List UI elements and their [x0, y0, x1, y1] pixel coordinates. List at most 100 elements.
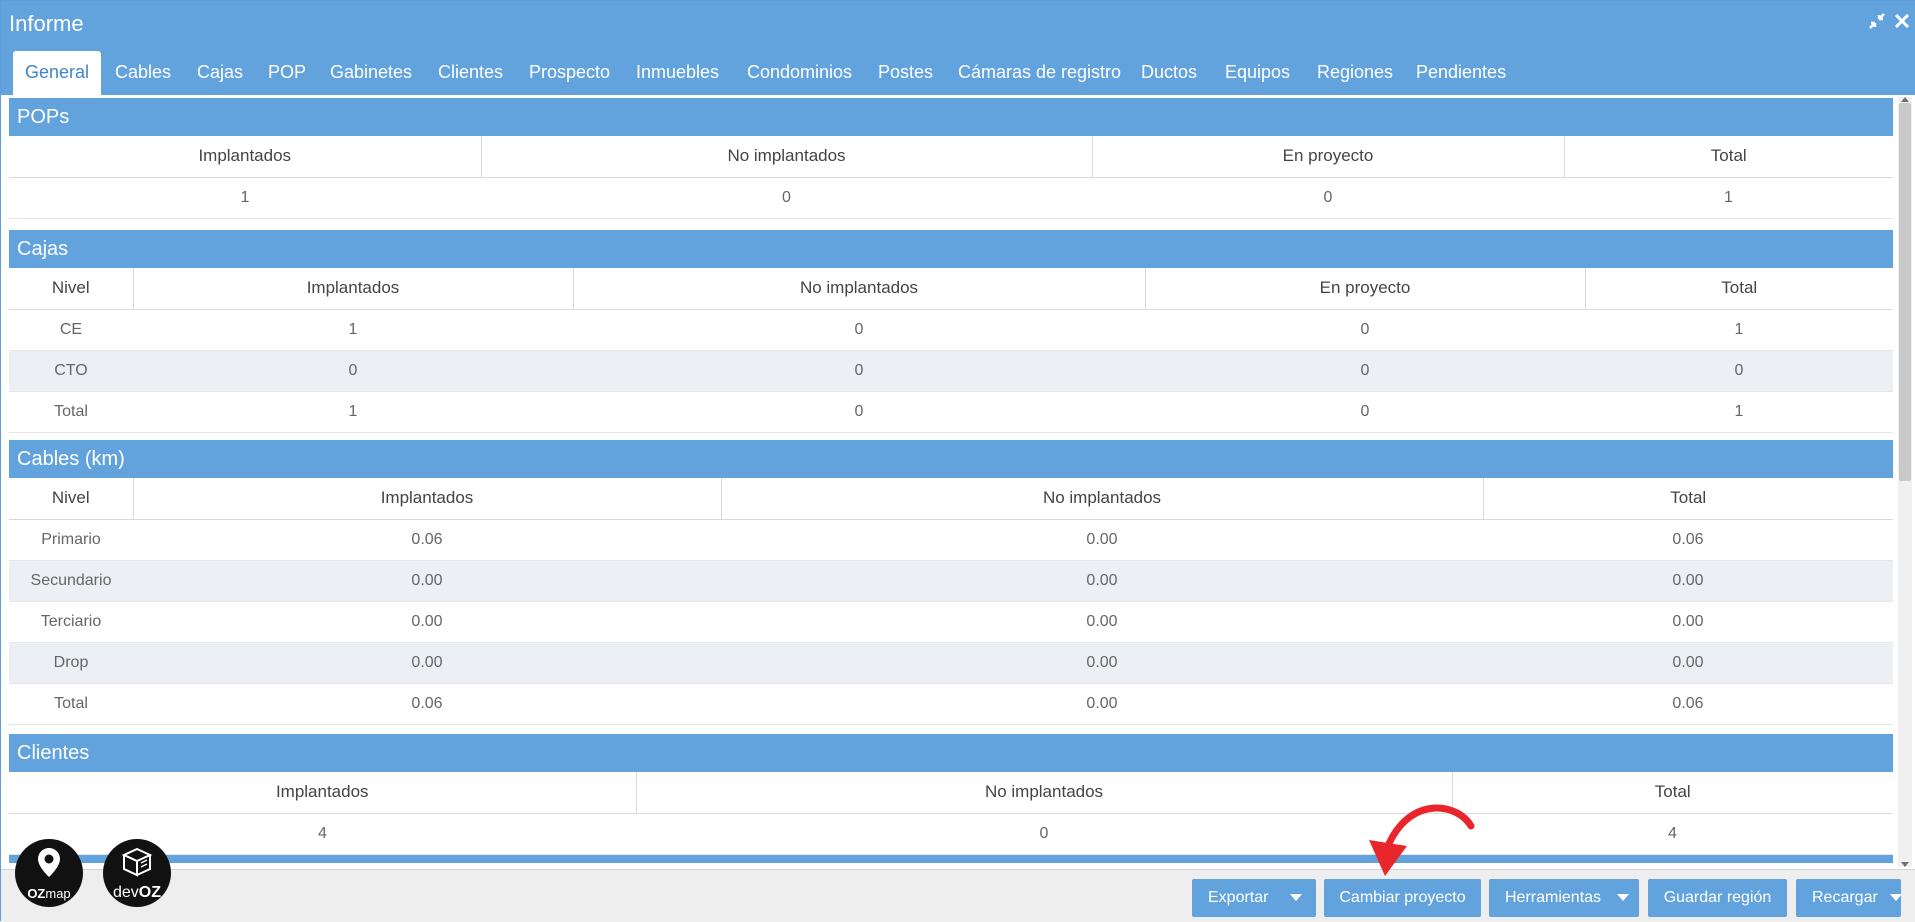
ozmap-logo: OZmap	[15, 839, 83, 907]
content-scrollbar[interactable]	[1898, 97, 1912, 867]
section-title: Cajas	[9, 230, 1893, 268]
tab-cajas[interactable]: Cajas	[185, 51, 255, 95]
caret-down-icon	[1617, 894, 1630, 902]
scroll-down-icon[interactable]	[1901, 862, 1909, 867]
tab-general[interactable]: General	[13, 51, 102, 95]
button-label: Exportar	[1208, 889, 1269, 906]
compress-icon[interactable]	[1866, 11, 1888, 33]
table-row: Secundario 0.00 0.00 0.00	[9, 560, 1893, 602]
button-label: Herramientas	[1505, 889, 1602, 906]
table-cell: 0	[573, 391, 1145, 433]
table-cell: 0.06	[1483, 683, 1893, 725]
table-cell: 0.00	[721, 560, 1483, 602]
logo-text-bold: OZ	[27, 886, 46, 901]
table-cell: 1	[133, 391, 573, 433]
tab-ductos[interactable]: Ductos	[1129, 51, 1209, 95]
column-header: Implantados	[133, 268, 574, 310]
column-header: Nivel	[9, 268, 134, 310]
table-cell: 0	[573, 350, 1145, 392]
tab-postes[interactable]: Postes	[866, 51, 945, 95]
button-label: Recargar	[1812, 889, 1878, 906]
section-clientes: Clientes Implantados No implantados Tota…	[9, 734, 1893, 863]
table-cell: 1	[133, 309, 573, 351]
table-row: CE 1 0 0 1	[9, 309, 1893, 351]
tab-camaras-de-registro[interactable]: Cámaras de registro	[946, 51, 1133, 95]
table-cell: 1	[1585, 391, 1893, 433]
table-cell: Secundario	[9, 560, 133, 602]
caret-down-icon	[1290, 894, 1303, 902]
table-cell: 0.00	[1483, 642, 1893, 684]
tab-clientes[interactable]: Clientes	[426, 51, 515, 95]
tab-condominios[interactable]: Condominios	[735, 51, 864, 95]
close-icon[interactable]	[1891, 11, 1913, 33]
table-cell: 4	[9, 813, 636, 855]
tab-pendientes[interactable]: Pendientes	[1404, 51, 1518, 95]
herramientas-button[interactable]: Herramientas	[1489, 879, 1639, 917]
tab-prospecto[interactable]: Prospecto	[517, 51, 622, 95]
table-cell: 0	[1092, 177, 1564, 219]
table-cell: 0	[1585, 350, 1893, 392]
section-cajas: Cajas Nivel Implantados No implantados E…	[9, 230, 1893, 433]
scroll-up-icon[interactable]	[1901, 97, 1909, 102]
table-cell: 0	[481, 177, 1092, 219]
table-cell: Terciario	[9, 601, 133, 643]
section-title: Clientes	[9, 734, 1893, 772]
footer-toolbar: Exportar Cambiar proyecto Herramientas G…	[1, 869, 1915, 922]
table-cell: 0.00	[721, 519, 1483, 561]
table-cell: 0.00	[133, 642, 721, 684]
column-header: Total	[1483, 478, 1893, 520]
table-cell: 0.00	[1483, 560, 1893, 602]
annotation-arrow	[1369, 804, 1475, 876]
column-header: Total	[1452, 772, 1893, 814]
logo-text: devOZ	[103, 884, 171, 902]
cube-icon	[121, 847, 153, 877]
table-cell: 0.00	[1483, 601, 1893, 643]
devoz-logo: devOZ	[103, 839, 171, 907]
table-header-row: Implantados No implantados En proyecto T…	[9, 136, 1893, 178]
logo-text: OZmap	[15, 886, 83, 901]
report-window: Informe General Cables Cajas POP Gabinet…	[0, 0, 1915, 922]
tab-gabinetes[interactable]: Gabinetes	[318, 51, 424, 95]
clientes-table: Implantados No implantados Total 4 0 4	[9, 772, 1893, 855]
tab-regiones[interactable]: Regiones	[1305, 51, 1405, 95]
guardar-region-button[interactable]: Guardar región	[1648, 879, 1787, 917]
logo-text-bold: OZ	[138, 884, 161, 901]
table-row: Terciario 0.00 0.00 0.00	[9, 601, 1893, 643]
scrollbar-thumb[interactable]	[1899, 103, 1911, 481]
exportar-button[interactable]: Exportar	[1192, 879, 1316, 917]
tab-equipos[interactable]: Equipos	[1213, 51, 1302, 95]
cables-table: Nivel Implantados No implantados Total P…	[9, 478, 1893, 725]
pops-table: Implantados No implantados En proyecto T…	[9, 136, 1893, 219]
table-cell: 0	[1145, 350, 1585, 392]
column-header: En proyecto	[1092, 136, 1565, 178]
table-header-row: Nivel Implantados No implantados En proy…	[9, 268, 1893, 310]
column-header: Implantados	[133, 478, 722, 520]
column-header: No implantados	[721, 478, 1484, 520]
window-titlebar[interactable]: Informe	[1, 1, 1915, 47]
table-cell: Total	[9, 391, 133, 433]
section-title: POPs	[9, 98, 1893, 136]
tab-pop[interactable]: POP	[256, 51, 318, 95]
column-header: No implantados	[636, 772, 1453, 814]
button-label: Guardar región	[1663, 889, 1772, 906]
table-header-row: Nivel Implantados No implantados Total	[9, 478, 1893, 520]
cajas-table: Nivel Implantados No implantados En proy…	[9, 268, 1893, 433]
table-row: Drop 0.00 0.00 0.00	[9, 642, 1893, 684]
report-content[interactable]: POPs Implantados No implantados En proye…	[1, 95, 1915, 869]
table-row: Primario 0.06 0.00 0.06	[9, 519, 1893, 561]
column-header: Nivel	[9, 478, 134, 520]
recargar-button[interactable]: Recargar	[1796, 879, 1902, 917]
tab-cables[interactable]: Cables	[103, 51, 183, 95]
column-header: Implantados	[9, 772, 637, 814]
table-row: 4 0 4	[9, 813, 1893, 855]
section-title: Cables (km)	[9, 440, 1893, 478]
tab-inmuebles[interactable]: Inmuebles	[624, 51, 731, 95]
map-pin-icon	[38, 848, 60, 877]
table-cell: CTO	[9, 350, 133, 392]
table-cell: 0.00	[721, 601, 1483, 643]
table-cell: 0	[573, 309, 1145, 351]
next-section-header	[9, 854, 1893, 863]
table-cell: 1	[1585, 309, 1893, 351]
column-header: Total	[1585, 268, 1893, 310]
table-cell: 0.00	[721, 642, 1483, 684]
